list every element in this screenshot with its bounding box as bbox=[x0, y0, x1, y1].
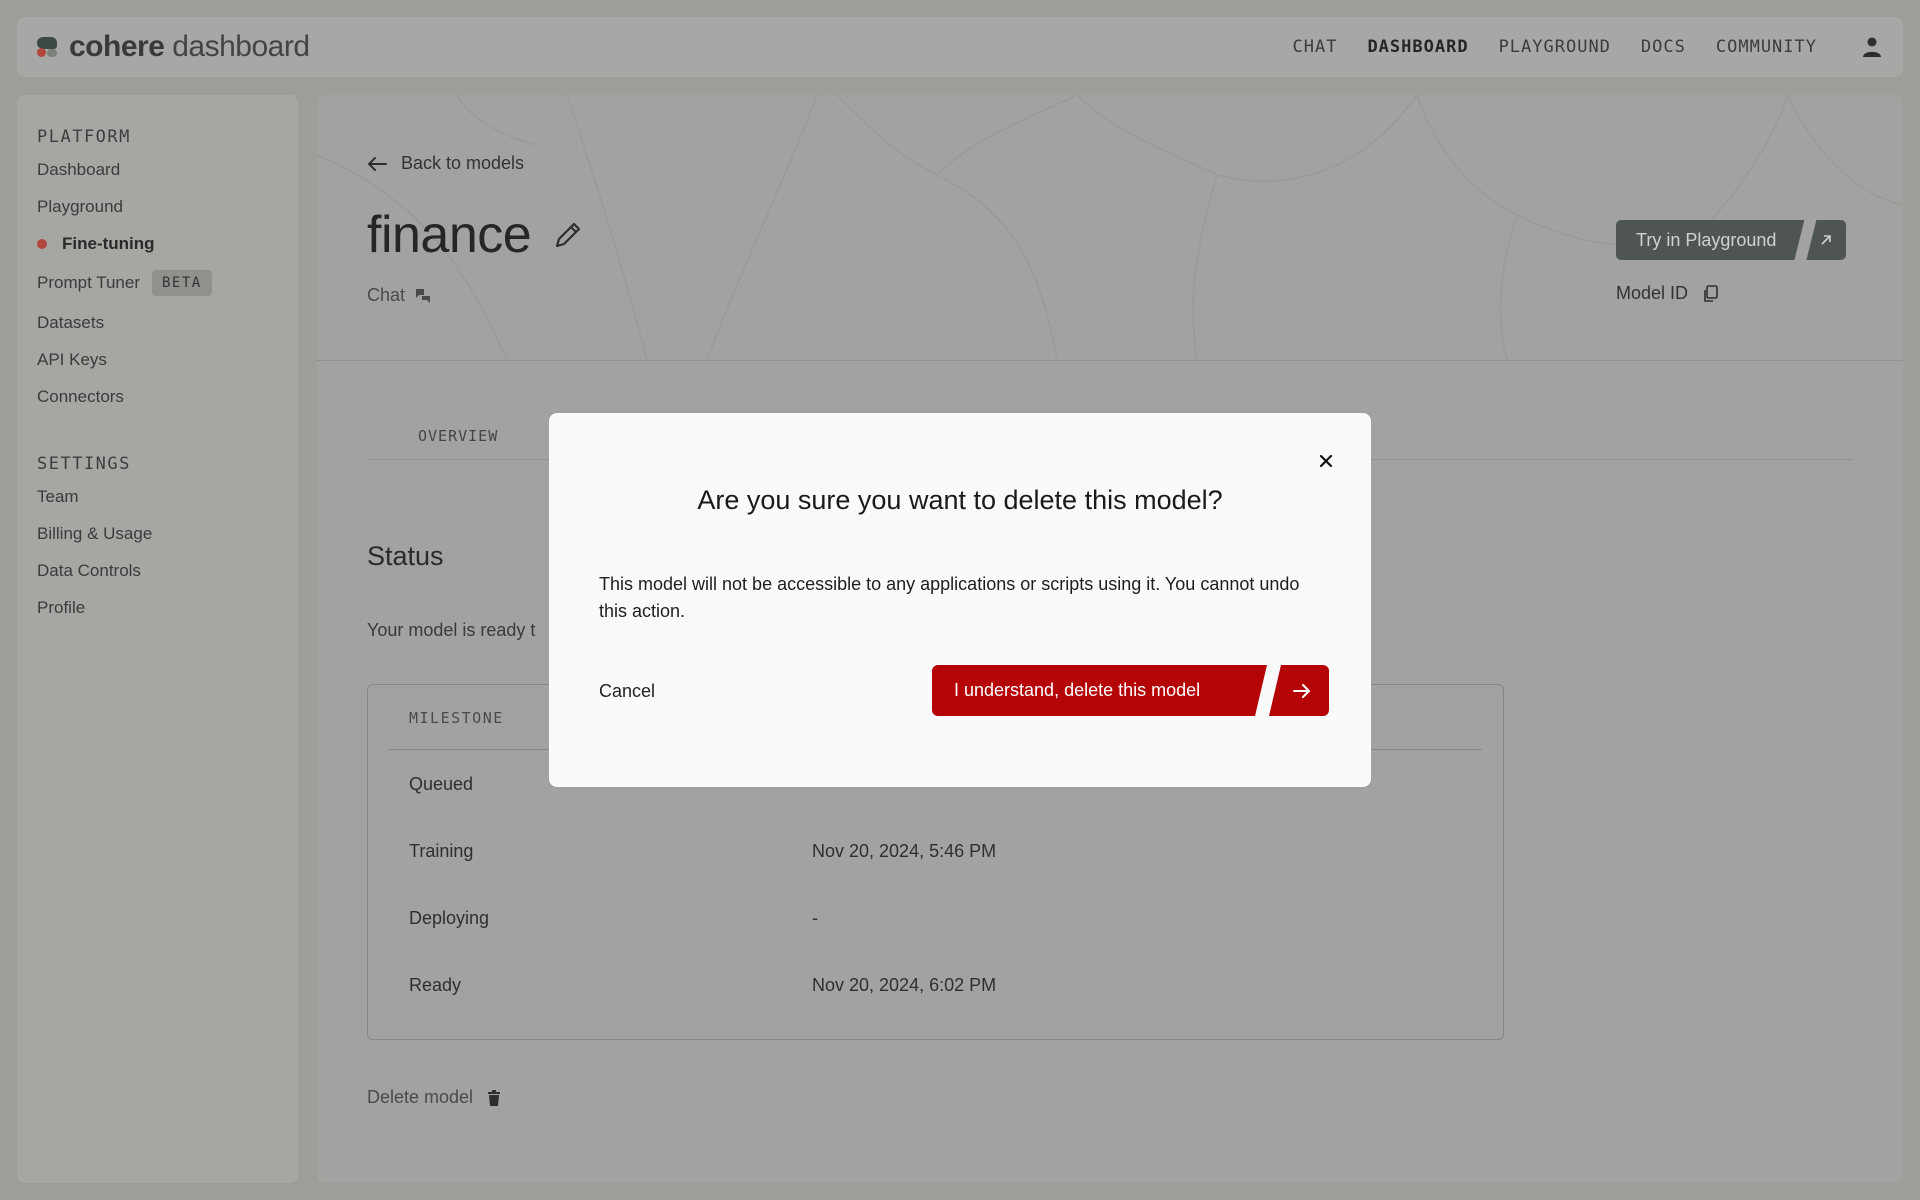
milestone-column-header: MILESTONE bbox=[409, 709, 504, 727]
chat-bubble-icon bbox=[416, 288, 431, 303]
table-row: Ready Nov 20, 2024, 6:02 PM bbox=[409, 975, 1409, 996]
delete-model-button[interactable]: Delete model bbox=[367, 1087, 501, 1108]
milestone-label: Training bbox=[409, 841, 474, 861]
nav-dashboard[interactable]: DASHBOARD bbox=[1367, 37, 1468, 57]
sidebar-item-fine-tuning[interactable]: Fine-tuning bbox=[37, 234, 155, 254]
sidebar-item-profile[interactable]: Profile bbox=[37, 598, 85, 618]
logo-mark-icon bbox=[37, 35, 61, 59]
logo[interactable]: cohere dashboard bbox=[37, 30, 310, 63]
model-id-label: Model ID bbox=[1616, 283, 1689, 303]
arrow-up-right-icon bbox=[1821, 235, 1832, 245]
try-in-playground-button[interactable]: Try in Playground bbox=[1616, 220, 1804, 260]
sidebar-item-playground[interactable]: Playground bbox=[37, 197, 123, 217]
milestone-date: - bbox=[812, 908, 818, 928]
milestone-label: Queued bbox=[409, 774, 474, 794]
model-type: Chat bbox=[367, 285, 431, 306]
cancel-button[interactable]: Cancel bbox=[599, 681, 655, 702]
sidebar-item-label: Prompt Tuner bbox=[37, 273, 140, 292]
milestone-date: Nov 20, 2024, 6:02 PM bbox=[812, 975, 997, 995]
sidebar-section-platform: PLATFORM bbox=[37, 127, 131, 147]
back-to-models-link[interactable]: Back to models bbox=[367, 153, 524, 174]
nav-chat[interactable]: CHAT bbox=[1292, 37, 1337, 57]
sidebar-item-dashboard[interactable]: Dashboard bbox=[37, 160, 120, 180]
sidebar-item-prompt-tuner[interactable]: Prompt Tuner BETA bbox=[37, 267, 212, 299]
beta-badge: BETA bbox=[152, 270, 212, 296]
active-indicator-dot bbox=[37, 239, 47, 249]
status-message: Your model is ready t bbox=[367, 620, 536, 640]
sidebar-item-datasets[interactable]: Datasets bbox=[37, 313, 104, 333]
table-row: Deploying - bbox=[409, 908, 1409, 929]
milestone-date: Nov 20, 2024, 5:46 PM bbox=[812, 841, 997, 861]
external-link-button[interactable] bbox=[1806, 220, 1847, 260]
user-icon[interactable] bbox=[1861, 36, 1883, 58]
model-type-label: Chat bbox=[367, 285, 406, 305]
top-bar: cohere dashboard CHAT DASHBOARD PLAYGROU… bbox=[17, 17, 1903, 77]
sidebar-item-label: Fine-tuning bbox=[62, 234, 155, 253]
back-label: Back to models bbox=[401, 153, 525, 173]
dialog-body: This model will not be accessible to any… bbox=[599, 574, 1300, 621]
sidebar-item-team[interactable]: Team bbox=[37, 487, 79, 507]
confirm-delete-button[interactable]: I understand, delete this model bbox=[932, 665, 1267, 716]
top-nav: CHAT DASHBOARD PLAYGROUND DOCS COMMUNITY bbox=[1262, 17, 1817, 77]
copy-icon[interactable] bbox=[1702, 284, 1718, 303]
sidebar-section-settings: SETTINGS bbox=[37, 454, 131, 474]
milestone-label: Deploying bbox=[409, 908, 490, 928]
delete-confirmation-dialog: Are you sure you want to delete this mod… bbox=[549, 413, 1371, 787]
pencil-icon[interactable] bbox=[553, 220, 583, 250]
arrow-right-icon bbox=[1293, 683, 1310, 698]
nav-docs[interactable]: DOCS bbox=[1641, 37, 1686, 57]
model-header: Back to models finance Chat Try in Playg… bbox=[317, 95, 1903, 361]
nav-community[interactable]: COMMUNITY bbox=[1716, 37, 1817, 57]
confirm-delete-group: I understand, delete this model bbox=[932, 665, 1329, 716]
sidebar-item-connectors[interactable]: Connectors bbox=[37, 387, 124, 407]
logo-text: cohere dashboard bbox=[69, 30, 310, 63]
table-row: Training Nov 20, 2024, 5:46 PM bbox=[409, 841, 1409, 862]
dialog-title: Are you sure you want to delete this mod… bbox=[697, 485, 1223, 515]
nav-playground[interactable]: PLAYGROUND bbox=[1499, 37, 1611, 57]
sidebar-item-billing[interactable]: Billing & Usage bbox=[37, 524, 152, 544]
status-heading: Status bbox=[367, 541, 444, 571]
model-name: finance bbox=[367, 206, 532, 264]
arrow-left-icon bbox=[368, 156, 387, 171]
try-in-playground-group: Try in Playground bbox=[1616, 220, 1847, 260]
sidebar-item-data-controls[interactable]: Data Controls bbox=[37, 561, 141, 581]
model-name-title: finance bbox=[367, 205, 583, 265]
sidebar: PLATFORM Dashboard Playground Fine-tunin… bbox=[17, 95, 298, 1183]
confirm-delete-arrow-button[interactable] bbox=[1269, 665, 1329, 716]
trash-icon bbox=[488, 1089, 501, 1106]
sidebar-item-api-keys[interactable]: API Keys bbox=[37, 350, 107, 370]
close-icon[interactable] bbox=[1314, 449, 1338, 473]
delete-model-label: Delete model bbox=[367, 1087, 474, 1107]
tab-overview[interactable]: OVERVIEW bbox=[418, 427, 498, 445]
model-id: Model ID bbox=[1616, 283, 1718, 304]
milestone-label: Ready bbox=[409, 975, 462, 995]
